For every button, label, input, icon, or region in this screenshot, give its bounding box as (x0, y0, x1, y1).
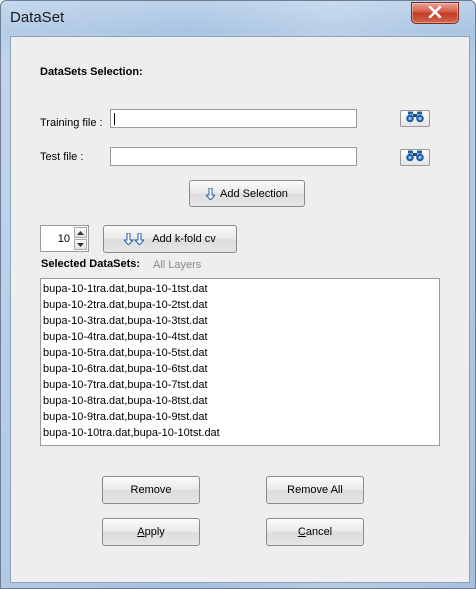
list-item[interactable]: bupa-10-2tra.dat,bupa-10-2tst.dat (41, 297, 439, 313)
list-item[interactable]: bupa-10-5tra.dat,bupa-10-5tst.dat (41, 345, 439, 361)
chevron-down-icon (77, 242, 84, 247)
selected-datasets-list[interactable]: bupa-10-1tra.dat,bupa-10-1tst.dat bupa-1… (40, 278, 440, 446)
arrow-down-icon (206, 187, 216, 200)
window-title: DataSet (10, 9, 65, 26)
remove-button[interactable]: Remove (102, 476, 200, 504)
add-selection-button[interactable]: Add Selection (189, 180, 305, 207)
list-item[interactable]: bupa-10-8tra.dat,bupa-10-8tst.dat (41, 393, 439, 409)
selected-datasets-title: Selected DataSets: (41, 258, 141, 270)
kfold-value: 10 (57, 233, 70, 245)
add-kfold-label: Add k-fold cv (152, 233, 216, 245)
training-file-label: Training file : (40, 117, 103, 129)
dataset-window: DataSet DataSets Selection: Training fil… (0, 0, 476, 589)
test-file-label: Test file : (40, 151, 84, 163)
list-item[interactable]: bupa-10-6tra.dat,bupa-10-6tst.dat (41, 361, 439, 377)
dialog-content: DataSets Selection: Training file : Test… (10, 36, 470, 583)
list-item[interactable]: bupa-10-3tra.dat,bupa-10-3tst.dat (41, 313, 439, 329)
all-layers-label[interactable]: All Layers (153, 259, 201, 271)
chevron-up-icon (77, 230, 84, 235)
datasets-selection-title: DataSets Selection: (40, 66, 143, 78)
training-file-input[interactable] (110, 109, 357, 128)
test-browse-button[interactable] (400, 149, 430, 166)
kfold-spinner[interactable]: 10 (40, 225, 89, 252)
add-selection-label: Add Selection (220, 187, 288, 200)
apply-button[interactable]: Apply (102, 518, 200, 546)
binoculars-icon (405, 150, 425, 165)
text-caret (114, 113, 115, 125)
spinner-down-button[interactable] (74, 239, 87, 250)
list-item[interactable]: bupa-10-9tra.dat,bupa-10-9tst.dat (41, 409, 439, 425)
spinner-up-button[interactable] (74, 227, 87, 238)
remove-all-button[interactable]: Remove All (266, 476, 364, 504)
binoculars-icon (405, 111, 425, 126)
double-arrow-down-icon (124, 233, 145, 245)
test-file-input[interactable] (110, 147, 357, 166)
close-icon (428, 5, 442, 21)
training-browse-button[interactable] (400, 110, 430, 127)
cancel-button[interactable]: Cancel (266, 518, 364, 546)
list-item[interactable]: bupa-10-1tra.dat,bupa-10-1tst.dat (41, 281, 439, 297)
list-item[interactable]: bupa-10-7tra.dat,bupa-10-7tst.dat (41, 377, 439, 393)
list-item[interactable]: bupa-10-4tra.dat,bupa-10-4tst.dat (41, 329, 439, 345)
list-item[interactable]: bupa-10-10tra.dat,bupa-10-10tst.dat (41, 425, 439, 441)
close-button[interactable] (411, 2, 459, 24)
add-kfold-button[interactable]: Add k-fold cv (103, 225, 237, 253)
